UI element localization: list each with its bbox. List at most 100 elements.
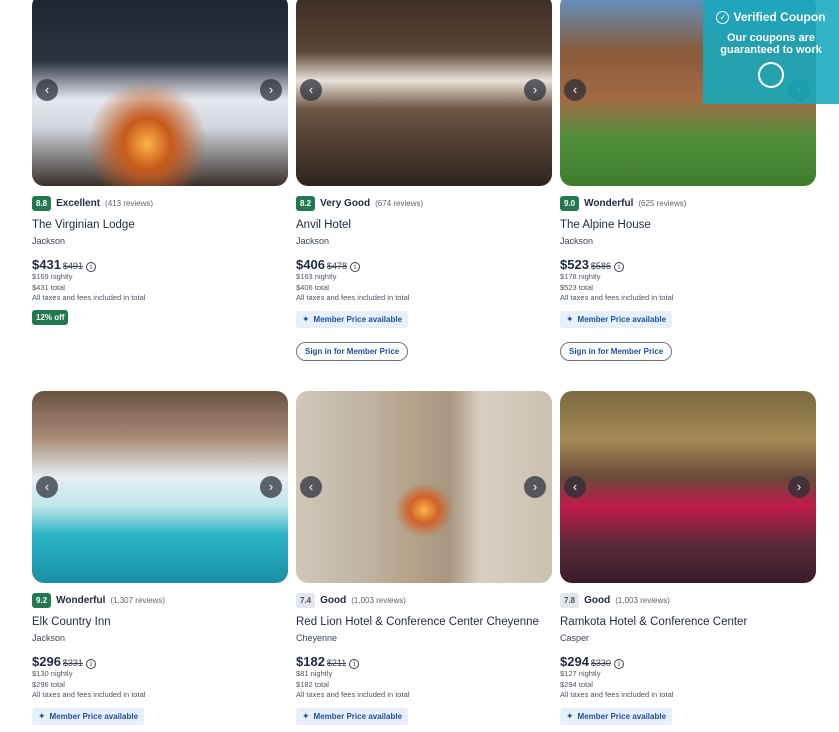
member-sparkle-icon: ✦ bbox=[566, 313, 574, 324]
member-price-label: Member Price available bbox=[577, 711, 667, 721]
review-count: (1,003 reviews) bbox=[351, 595, 406, 605]
total-price: $406 total bbox=[296, 282, 329, 292]
original-price: $331 bbox=[62, 658, 83, 668]
info-icon[interactable]: i bbox=[85, 262, 96, 272]
hotel-name[interactable]: Red Lion Hotel & Conference Center Cheye… bbox=[296, 616, 552, 628]
hotel-name[interactable]: Anvil Hotel bbox=[296, 219, 552, 231]
hotel-location: Jackson bbox=[560, 236, 594, 246]
member-price-label: Member Price available bbox=[313, 314, 403, 324]
info-icon[interactable]: i bbox=[349, 262, 360, 272]
hotel-photo[interactable]: ‹ › bbox=[296, 0, 552, 186]
nightly-price: $81 nightly bbox=[296, 669, 333, 678]
member-price-tag: ✦ Member Price available bbox=[560, 310, 673, 328]
sign-in-member-price-button[interactable]: Sign in for Member Price bbox=[560, 341, 673, 361]
hotel-photo[interactable]: ‹ › bbox=[32, 391, 288, 583]
coupon-title: Verified Coupon bbox=[733, 10, 826, 24]
current-price: $431 bbox=[32, 257, 61, 272]
sign-in-member-price-button[interactable]: Sign in for Member Price bbox=[296, 341, 409, 361]
rating-score: 9.2 bbox=[32, 592, 52, 608]
next-photo-button[interactable]: › bbox=[260, 476, 282, 498]
info-icon[interactable]: i bbox=[613, 659, 624, 669]
member-price-tag: ✦ Member Price available bbox=[296, 707, 409, 725]
review-count: (413 reviews) bbox=[105, 198, 154, 208]
next-photo-button[interactable]: › bbox=[524, 476, 546, 498]
previous-photo-button[interactable]: ‹ bbox=[36, 79, 58, 101]
review-count: (674 reviews) bbox=[375, 198, 424, 208]
total-price: $294 total bbox=[560, 679, 593, 689]
next-photo-button[interactable]: › bbox=[524, 79, 546, 101]
hotel-location: Jackson bbox=[32, 633, 66, 643]
original-price: $491 bbox=[62, 261, 83, 271]
hotel-name[interactable]: Ramkota Hotel & Conference Center bbox=[560, 616, 816, 628]
total-price: $431 total bbox=[32, 282, 65, 292]
hotel-card[interactable]: ‹ › 9.2 Wonderful (1,307 reviews) Elk Co… bbox=[32, 391, 288, 725]
review-count: (1,003 reviews) bbox=[615, 595, 670, 605]
total-price: $296 total bbox=[32, 679, 65, 689]
nightly-price: $178 nightly bbox=[560, 272, 601, 281]
check-icon: ✓ bbox=[716, 10, 730, 24]
rating-label: Good bbox=[320, 594, 347, 606]
next-photo-button[interactable]: › bbox=[260, 79, 282, 101]
hotel-name[interactable]: Elk Country Inn bbox=[32, 616, 288, 628]
rating-score: 7.8 bbox=[560, 592, 580, 608]
hotel-photo[interactable]: ‹ › bbox=[560, 391, 816, 583]
member-sparkle-icon: ✦ bbox=[302, 313, 310, 324]
nightly-price: $163 nightly bbox=[296, 272, 337, 281]
taxes-note: All taxes and fees included in total bbox=[560, 293, 674, 302]
member-sparkle-icon: ✦ bbox=[302, 710, 310, 721]
member-price-tag: ✦ Member Price available bbox=[560, 707, 673, 725]
previous-photo-button[interactable]: ‹ bbox=[300, 476, 322, 498]
nightly-price: $169 nightly bbox=[32, 272, 73, 281]
previous-photo-button[interactable]: ‹ bbox=[564, 476, 586, 498]
rating-label: Very Good bbox=[320, 197, 371, 209]
taxes-note: All taxes and fees included in total bbox=[560, 690, 674, 699]
taxes-note: All taxes and fees included in total bbox=[32, 690, 146, 699]
current-price: $294 bbox=[560, 654, 589, 669]
total-price: $182 total bbox=[296, 679, 329, 689]
hotel-location: Jackson bbox=[32, 236, 66, 246]
coupon-text: Our coupons are guaranteed to work bbox=[720, 32, 822, 56]
hotel-name[interactable]: The Alpine House bbox=[560, 219, 816, 231]
taxes-note: All taxes and fees included in total bbox=[296, 293, 410, 302]
original-price: $330 bbox=[590, 658, 611, 668]
nightly-price: $130 nightly bbox=[32, 669, 73, 678]
rating-label: Wonderful bbox=[56, 594, 106, 606]
original-price: $478 bbox=[326, 261, 347, 271]
original-price: $586 bbox=[590, 261, 611, 271]
hotel-location: Casper bbox=[560, 633, 590, 643]
rating-label: Good bbox=[584, 594, 611, 606]
info-icon[interactable]: i bbox=[85, 659, 96, 669]
next-photo-button[interactable]: › bbox=[788, 476, 810, 498]
hotel-card[interactable]: ‹ › 7.8 Good (1,003 reviews) Ramkota Hot… bbox=[560, 391, 816, 725]
rating-label: Excellent bbox=[56, 197, 101, 209]
previous-photo-button[interactable]: ‹ bbox=[564, 79, 586, 101]
hotel-location: Cheyenne bbox=[296, 633, 338, 643]
previous-photo-button[interactable]: ‹ bbox=[36, 476, 58, 498]
current-price: $406 bbox=[296, 257, 325, 272]
hotel-location: Jackson bbox=[296, 236, 330, 246]
current-price: $182 bbox=[296, 654, 325, 669]
member-price-label: Member Price available bbox=[577, 314, 667, 324]
rating-score: 7.4 bbox=[296, 592, 316, 608]
hotel-card[interactable]: ‹ › 8.8 Excellent (413 reviews) The Virg… bbox=[32, 0, 288, 325]
rating-label: Wonderful bbox=[584, 197, 634, 209]
member-price-label: Member Price available bbox=[49, 711, 139, 721]
taxes-note: All taxes and fees included in total bbox=[32, 293, 146, 302]
hotel-photo[interactable]: ‹ › bbox=[32, 0, 288, 186]
rating-score: 9.0 bbox=[560, 195, 580, 211]
info-icon[interactable]: i bbox=[349, 659, 360, 669]
current-price: $296 bbox=[32, 654, 61, 669]
discount-badge: 12% off bbox=[32, 309, 69, 325]
previous-photo-button[interactable]: ‹ bbox=[300, 79, 322, 101]
hotel-card[interactable]: ‹ › 7.4 Good (1,003 reviews) Red Lion Ho… bbox=[296, 391, 552, 725]
original-price: $211 bbox=[326, 658, 347, 668]
info-icon[interactable]: i bbox=[613, 262, 624, 272]
verified-coupon-badge[interactable]: ✓ Verified Coupon Our coupons are guaran… bbox=[703, 0, 839, 104]
hotel-photo[interactable]: ‹ › bbox=[296, 391, 552, 583]
hotel-card[interactable]: ‹ › 8.2 Very Good (674 reviews) Anvil Ho… bbox=[296, 0, 552, 361]
review-count: (1,307 reviews) bbox=[110, 595, 166, 605]
review-count: (625 reviews) bbox=[638, 198, 687, 208]
hotel-name[interactable]: The Virginian Lodge bbox=[32, 219, 288, 231]
member-sparkle-icon: ✦ bbox=[566, 710, 574, 721]
coupon-logo-icon bbox=[758, 62, 784, 88]
